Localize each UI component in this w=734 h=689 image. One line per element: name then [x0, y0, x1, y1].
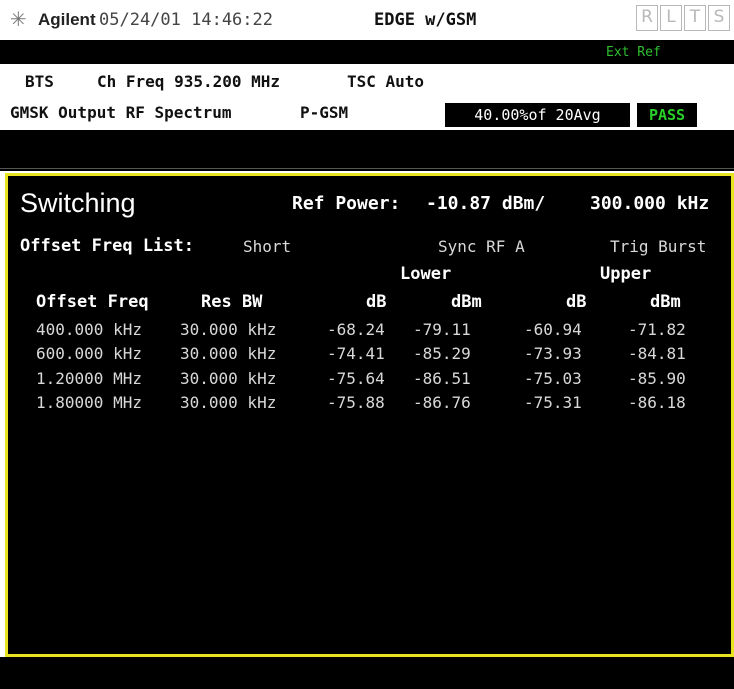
- ref-bandwidth: 300.000 kHz: [590, 193, 710, 214]
- offset-freq-cell: 1.20000 MHz: [36, 369, 142, 388]
- column-header: Offset Freq: [36, 292, 149, 312]
- upper-db-cell: -73.93: [524, 344, 582, 363]
- tab-t[interactable]: T: [684, 5, 706, 31]
- trigger-setting: Trig Burst: [610, 237, 707, 256]
- upper-dbm-cell: -86.18: [628, 393, 686, 412]
- lower-dbm-cell: -86.76: [413, 393, 471, 412]
- res-bw-cell: 30.000 kHz: [180, 369, 277, 388]
- upper-header: Upper: [600, 264, 652, 284]
- band-label: P-GSM: [300, 103, 349, 122]
- offset-freq-cell: 600.000 kHz: [36, 344, 142, 363]
- datetime: 05/24/01 14:46:22: [99, 10, 273, 30]
- res-bw-cell: 30.000 kHz: [180, 320, 277, 339]
- offset-freq-cell: 400.000 kHz: [36, 320, 142, 339]
- sync-setting: Sync RF A: [438, 237, 525, 256]
- offset-list-label: Offset Freq List:: [20, 236, 194, 256]
- upper-db-cell: -75.31: [524, 393, 582, 412]
- lower-db-cell: -74.41: [327, 344, 385, 363]
- column-header: Res BW: [201, 292, 263, 312]
- brand-name: Agilent: [38, 10, 96, 29]
- panel-title: Switching: [20, 188, 136, 218]
- upper-dbm-cell: -71.82: [628, 320, 686, 339]
- tab-l[interactable]: L: [660, 5, 682, 31]
- pass-badge: PASS: [637, 103, 697, 127]
- lower-db-cell: -68.24: [327, 320, 385, 339]
- ext-ref-indicator: Ext Ref: [606, 45, 661, 60]
- column-header: dB: [566, 292, 587, 312]
- message-strip: [0, 130, 734, 171]
- lower-header: Lower: [400, 264, 452, 284]
- bottom-strip: [0, 657, 734, 689]
- bts-label: BTS: [25, 72, 54, 91]
- upper-db-cell: -60.94: [524, 320, 582, 339]
- ref-power-value: -10.87 dBm/: [426, 193, 546, 214]
- upper-dbm-cell: -84.81: [628, 344, 686, 363]
- offset-list-value: Short: [243, 237, 292, 256]
- measurement-name: GMSK Output RF Spectrum: [10, 103, 232, 122]
- upper-dbm-cell: -85.90: [628, 369, 686, 388]
- lower-dbm-cell: -86.51: [413, 369, 471, 388]
- lower-dbm-cell: -79.11: [413, 320, 471, 339]
- column-header: dB: [366, 292, 387, 312]
- channel-frequency: Ch Freq 935.200 MHz: [97, 72, 281, 91]
- averaging-status: 40.00%of 20Avg: [445, 103, 630, 127]
- lower-db-cell: -75.88: [327, 393, 385, 412]
- column-header: dBm: [650, 292, 681, 312]
- lower-dbm-cell: -85.29: [413, 344, 471, 363]
- mode-label: EDGE w/GSM: [374, 10, 477, 30]
- ref-power-label: Ref Power:: [292, 193, 401, 214]
- offset-freq-cell: 1.80000 MHz: [36, 393, 142, 412]
- upper-db-cell: -75.03: [524, 369, 582, 388]
- lower-db-cell: -75.64: [327, 369, 385, 388]
- tab-r[interactable]: R: [636, 5, 658, 31]
- divider: [0, 168, 734, 169]
- tsc-setting: TSC Auto: [347, 72, 425, 91]
- res-bw-cell: 30.000 kHz: [180, 344, 277, 363]
- res-bw-cell: 30.000 kHz: [180, 393, 277, 412]
- tab-s[interactable]: S: [708, 5, 730, 31]
- agilent-logo-icon: ✳: [10, 7, 27, 31]
- column-header: dBm: [451, 292, 482, 312]
